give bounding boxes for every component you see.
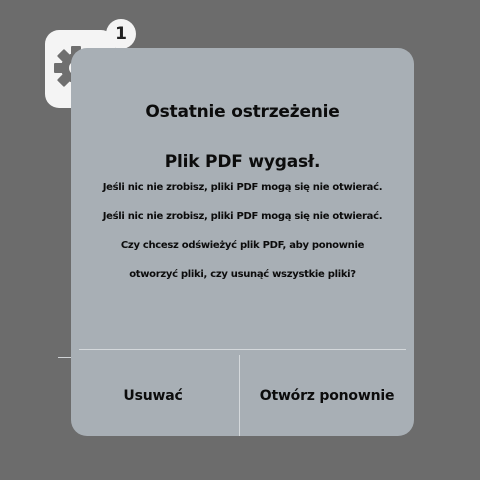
reopen-button[interactable]: Otwórz ponownie <box>245 355 409 436</box>
dialog-message: Jeśli nic nie zrobisz, pliki PDF mogą si… <box>102 182 383 193</box>
dialog-message: Czy chcesz odświeżyć plik PDF, aby ponow… <box>120 240 365 251</box>
dialog-heading: Plik PDF wygasł. <box>164 152 321 172</box>
screen: 1 Ostatnie ostrzeżenie Plik PDF wygasł. … <box>0 0 480 480</box>
dialog-title: Ostatnie ostrzeżenie <box>145 102 340 122</box>
notification-badge: 1 <box>106 19 136 49</box>
delete-button[interactable]: Usuwać <box>71 355 235 436</box>
decorative-line <box>58 357 72 358</box>
button-divider <box>79 349 406 350</box>
dialog-message: otworzyć pliki, czy usunąć wszystkie pli… <box>129 269 356 280</box>
dialog-message: Jeśli nic nie zrobisz, pliki PDF mogą si… <box>102 211 383 222</box>
warning-dialog: Ostatnie ostrzeżenie Plik PDF wygasł. Je… <box>71 48 414 436</box>
button-separator <box>239 355 240 436</box>
